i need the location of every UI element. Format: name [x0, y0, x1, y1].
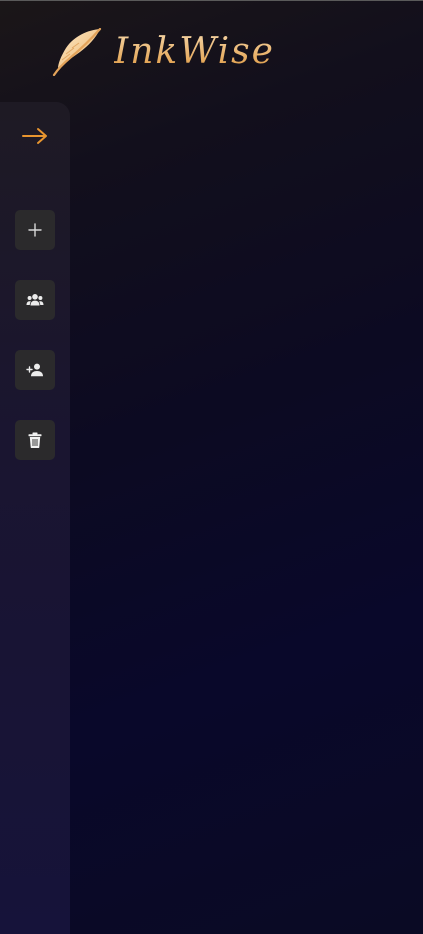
sidebar	[0, 102, 70, 934]
add-user-icon	[26, 363, 43, 377]
add-user-button[interactable]	[15, 350, 55, 390]
arrow-right-icon	[22, 128, 47, 144]
brand-name: InkWise	[114, 28, 275, 76]
trash-icon	[28, 432, 42, 448]
groups-button[interactable]	[15, 280, 55, 320]
brand-logo: InkWise	[52, 28, 275, 76]
feather-icon	[52, 28, 102, 76]
window-top-border	[0, 0, 423, 1]
delete-button[interactable]	[15, 420, 55, 460]
group-icon	[26, 294, 44, 306]
plus-icon	[28, 223, 42, 237]
new-button[interactable]	[15, 210, 55, 250]
expand-sidebar-button[interactable]	[19, 124, 51, 148]
